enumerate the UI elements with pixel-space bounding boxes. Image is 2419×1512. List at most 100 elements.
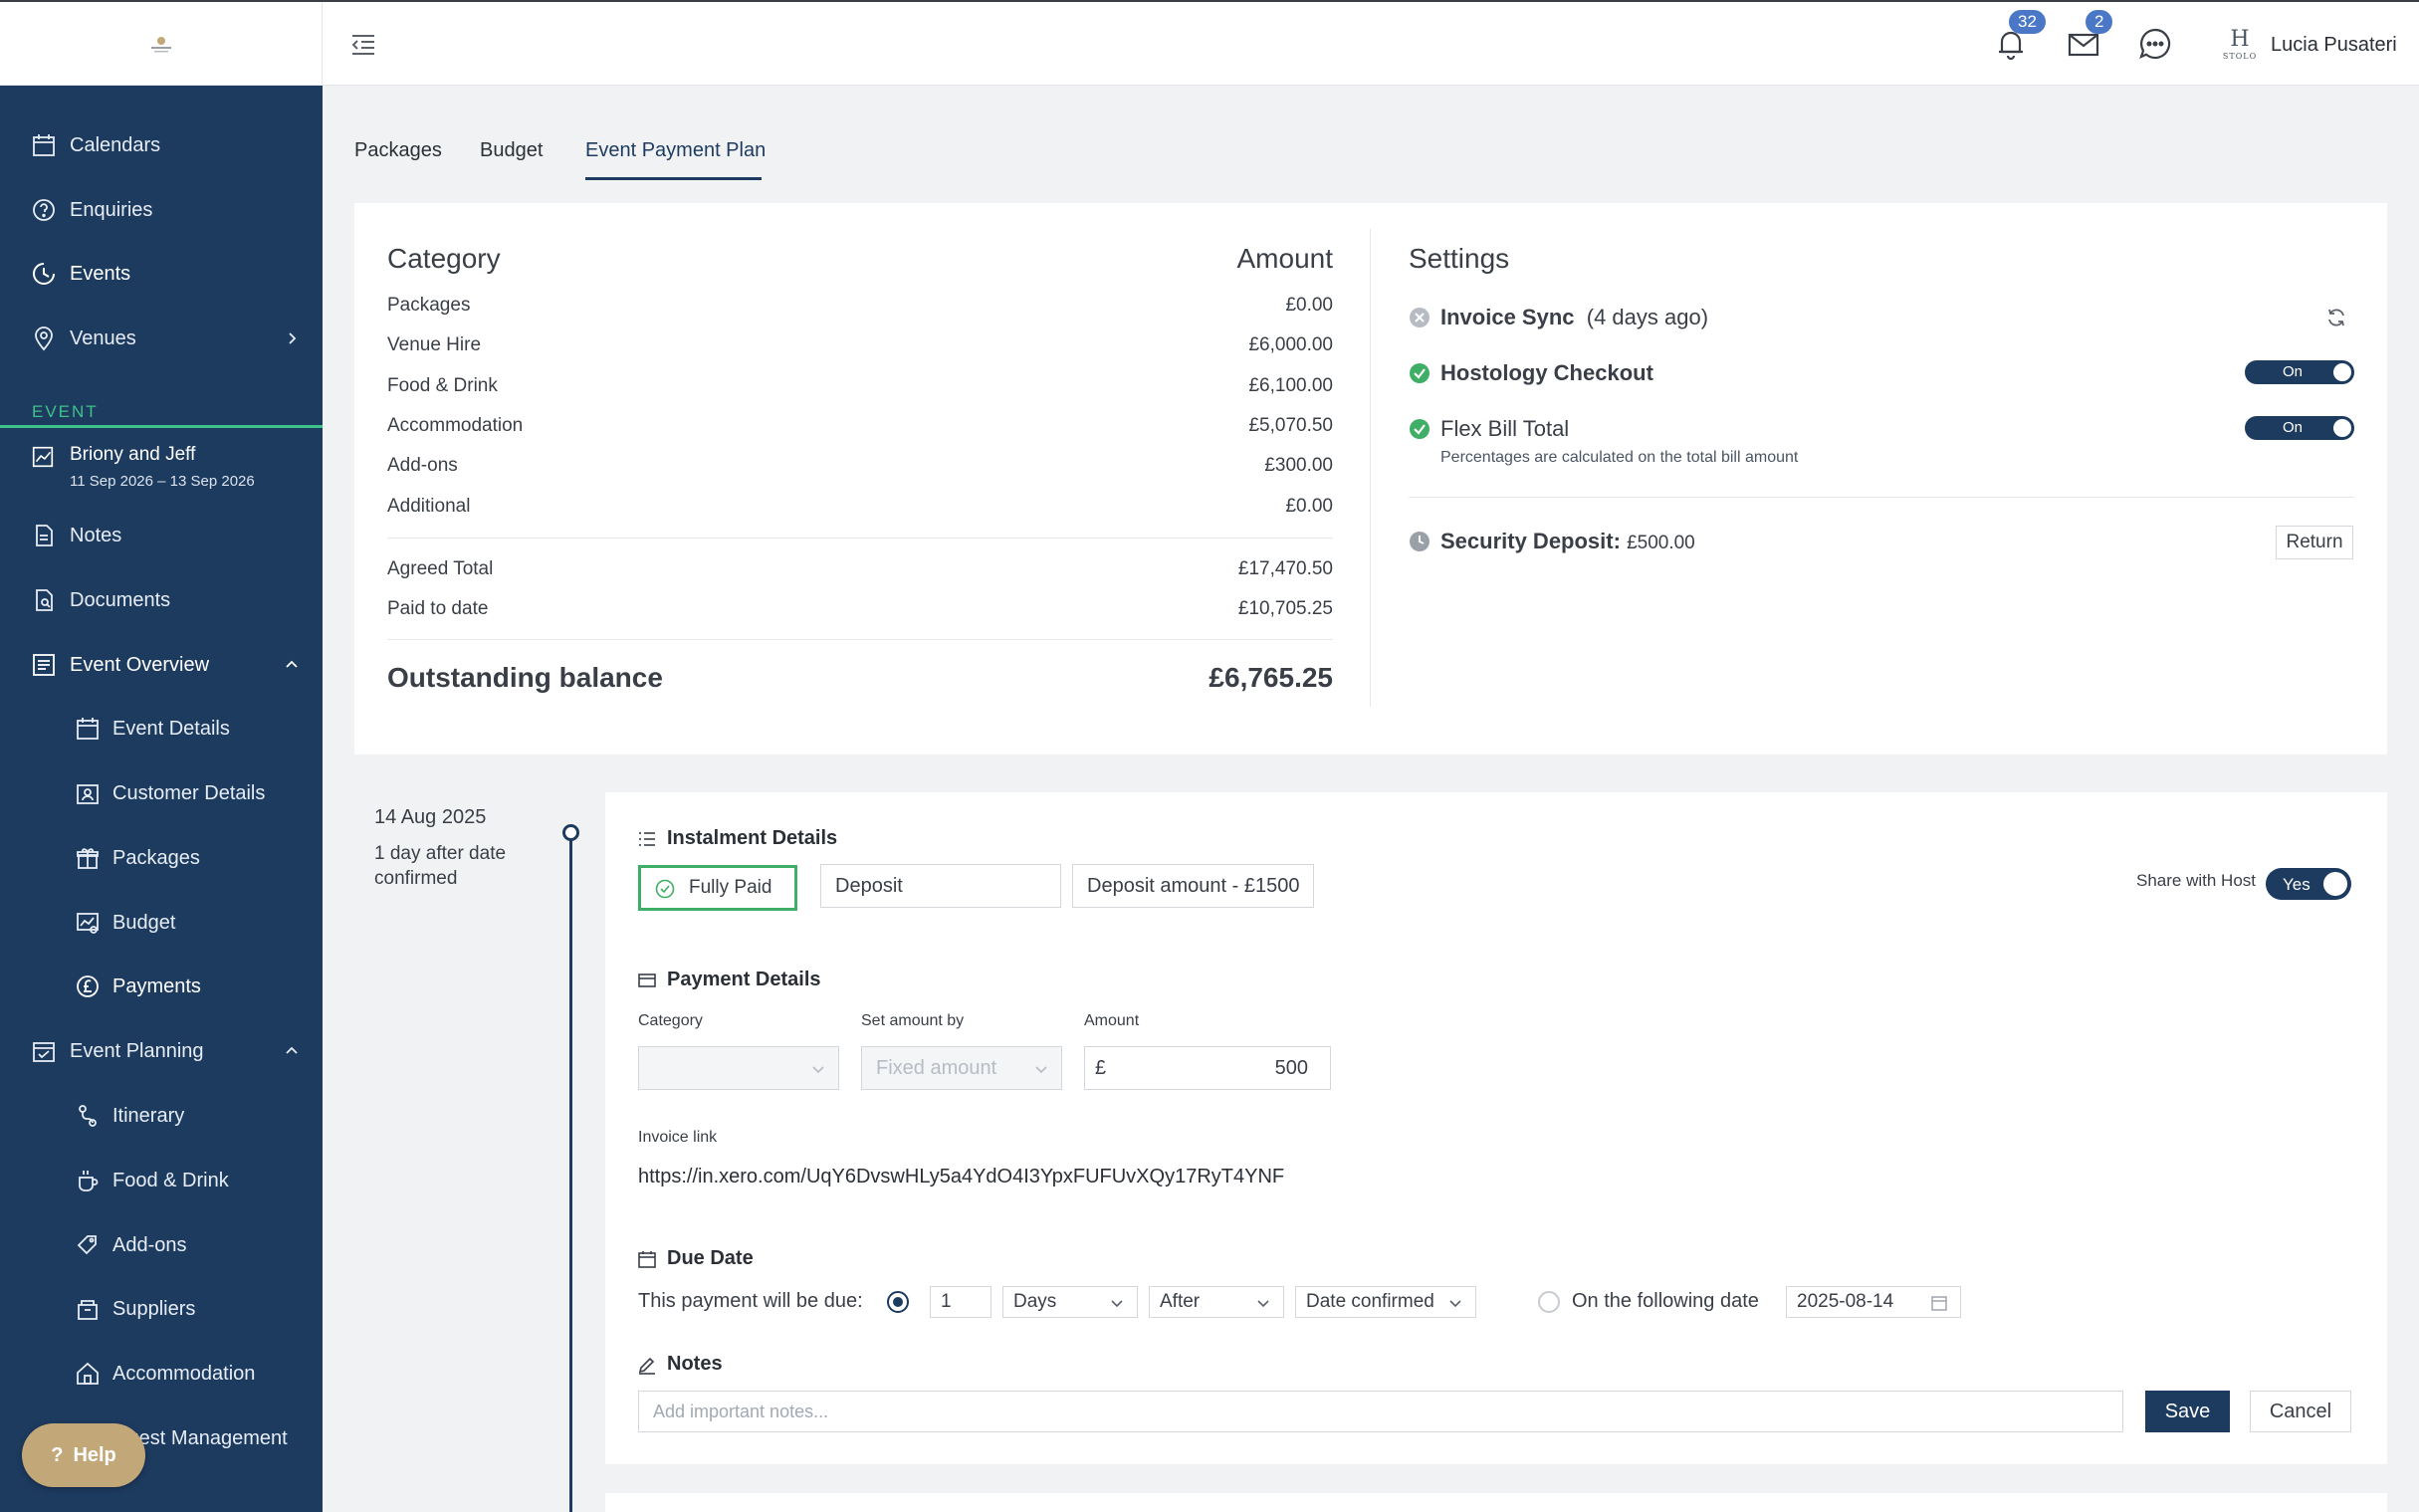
sidebar-item-payments[interactable]: Payments [0, 962, 323, 1011]
instalment-name-input[interactable]: Deposit [820, 864, 1061, 908]
due-number-input[interactable]: 1 [930, 1286, 991, 1318]
summary-row-value: £0.00 [1285, 295, 1333, 316]
summary-row-label: Additional [387, 496, 471, 517]
sidebar-item-event-details[interactable]: Event Details [0, 704, 323, 754]
chevron-down-icon [812, 1066, 824, 1074]
refresh-icon[interactable] [2325, 307, 2347, 328]
calendar-icon [77, 718, 99, 740]
sidebar-item-label: Budget [112, 911, 176, 934]
user-company-logo[interactable]: H STOLO [2222, 28, 2258, 64]
timeline-line [569, 834, 572, 1512]
sidebar-item-label: Event Planning [70, 1039, 204, 1062]
summary-row-label: Add-ons [387, 455, 458, 476]
category-select[interactable] [638, 1046, 839, 1090]
invoice-link[interactable]: https://in.xero.com/UqY6DvswHLy5a4YdO4I3… [638, 1166, 1284, 1188]
due-date-title: Due Date [667, 1247, 754, 1269]
help-button[interactable]: ? Help [22, 1423, 145, 1487]
sidebar-item-enquiries[interactable]: Enquiries [0, 185, 323, 235]
sidebar-item-label: Suppliers [112, 1297, 196, 1320]
category-label: Category [638, 1012, 703, 1029]
summary-row-value: £6,100.00 [1248, 375, 1333, 396]
sidebar-item-suppliers[interactable]: Suppliers [0, 1284, 323, 1334]
sidebar-item-notes[interactable]: Notes [0, 511, 323, 560]
due-relation-select[interactable]: After [1149, 1286, 1284, 1318]
sidebar-item-budget[interactable]: Budget [0, 898, 323, 948]
sidebar-item-venues[interactable]: Venues [0, 314, 323, 363]
return-deposit-button[interactable]: Return [2276, 526, 2353, 559]
sidebar-item-label: Event Details [112, 717, 230, 740]
save-button[interactable]: Save [2145, 1391, 2230, 1432]
summary-divider [387, 538, 1333, 539]
collapse-menu-icon[interactable] [348, 30, 378, 60]
sidebar-item-label: Notes [70, 524, 122, 546]
sidebar-item-label: Packages [112, 846, 200, 869]
active-tab-indicator [585, 177, 762, 180]
sidebar-item-itinerary[interactable]: Itinerary [0, 1091, 323, 1141]
sidebar-item-food-drink[interactable]: Food & Drink [0, 1156, 323, 1205]
notifications-bell-icon[interactable]: 32 [1991, 10, 2046, 64]
planning-calendar-icon [33, 1042, 55, 1062]
notes-title: Notes [667, 1353, 723, 1375]
tag-icon [77, 1235, 97, 1255]
sidebar-item-events[interactable]: Events [0, 249, 323, 299]
paid-to-date-label: Paid to date [387, 598, 489, 619]
sidebar-item-calendars[interactable]: Calendars [0, 120, 323, 170]
due-unit-select[interactable]: Days [1002, 1286, 1138, 1318]
summary-row-value: £5,070.50 [1248, 415, 1333, 436]
events-clock-icon [33, 263, 55, 285]
amount-input[interactable]: £ 500 [1084, 1046, 1331, 1090]
chevron-down-icon [1035, 1066, 1047, 1074]
sidebar-item-label: Itinerary [112, 1104, 185, 1127]
sidebar-item-event-planning[interactable]: Event Planning [0, 1026, 323, 1076]
sync-error-icon [1410, 308, 1429, 327]
sidebar-item-event-overview[interactable]: Event Overview [0, 640, 323, 690]
set-amount-by-label: Set amount by [861, 1012, 965, 1029]
chevron-down-icon [1257, 1300, 1269, 1308]
summary-row-value: £6,000.00 [1248, 334, 1333, 355]
sidebar-item-packages[interactable]: Packages [0, 833, 323, 883]
instalment-description-input[interactable]: Deposit amount - £1500 [1072, 864, 1314, 908]
fixed-date-radio[interactable] [1538, 1291, 1560, 1313]
notes-input[interactable]: Add important notes... [638, 1391, 2123, 1432]
mail-icon[interactable]: 2 [2064, 10, 2113, 64]
top-bar: 32 2 H STOLO Lucia Pusateri [0, 0, 2419, 86]
sidebar-item-accommodation[interactable]: Accommodation [0, 1349, 323, 1399]
note-icon [36, 525, 53, 546]
payment-status-select[interactable]: Fully Paid [638, 865, 797, 911]
tab-packages[interactable]: Packages [354, 139, 442, 162]
summary-row-label: Packages [387, 295, 471, 316]
due-reference-select[interactable]: Date confirmed [1295, 1286, 1476, 1318]
share-with-host-toggle[interactable]: Yes [2266, 868, 2351, 900]
sidebar-item-documents[interactable]: Documents [0, 575, 323, 625]
cancel-button[interactable]: Cancel [2250, 1391, 2351, 1432]
chevron-down-icon [1111, 1300, 1123, 1308]
credit-card-icon [638, 973, 656, 987]
amount-value: 500 [1274, 1056, 1308, 1079]
following-date-input[interactable]: 2025-08-14 [1786, 1286, 1961, 1318]
currency-symbol: £ [1095, 1056, 1107, 1079]
chevron-up-icon [286, 660, 298, 668]
sidebar-item-label: Enquiries [70, 198, 153, 221]
card-vertical-divider [1370, 229, 1371, 707]
relative-due-radio[interactable] [887, 1291, 909, 1313]
set-amount-by-select[interactable]: Fixed amount [861, 1046, 1062, 1090]
sidebar-item-customer-details[interactable]: Customer Details [0, 768, 323, 818]
tab-budget[interactable]: Budget [480, 139, 543, 162]
flex-bill-total-toggle[interactable]: On [2245, 416, 2354, 440]
instalment-relative-date: 1 day after date confirmed [374, 843, 507, 889]
outstanding-balance-value: £6,765.25 [1209, 662, 1333, 693]
tab-event-payment-plan[interactable]: Event Payment Plan [585, 139, 766, 162]
calendar-icon [638, 1251, 656, 1268]
route-icon [79, 1105, 97, 1127]
event-name[interactable]: Briony and Jeff [70, 444, 195, 466]
hostology-checkout-toggle[interactable]: On [2245, 360, 2354, 384]
chart-line-icon [32, 446, 54, 468]
sidebar-item-add-ons[interactable]: Add-ons [0, 1220, 323, 1270]
user-name[interactable]: Lucia Pusateri [2271, 34, 2397, 57]
chat-icon[interactable] [2135, 24, 2175, 64]
venue-logo[interactable] [0, 2, 323, 86]
timeline-dot [562, 824, 579, 841]
mail-count-badge: 2 [2086, 10, 2113, 34]
notification-count-badge: 32 [2009, 10, 2046, 34]
flex-bill-total-label: Flex Bill Total [1440, 416, 1570, 441]
